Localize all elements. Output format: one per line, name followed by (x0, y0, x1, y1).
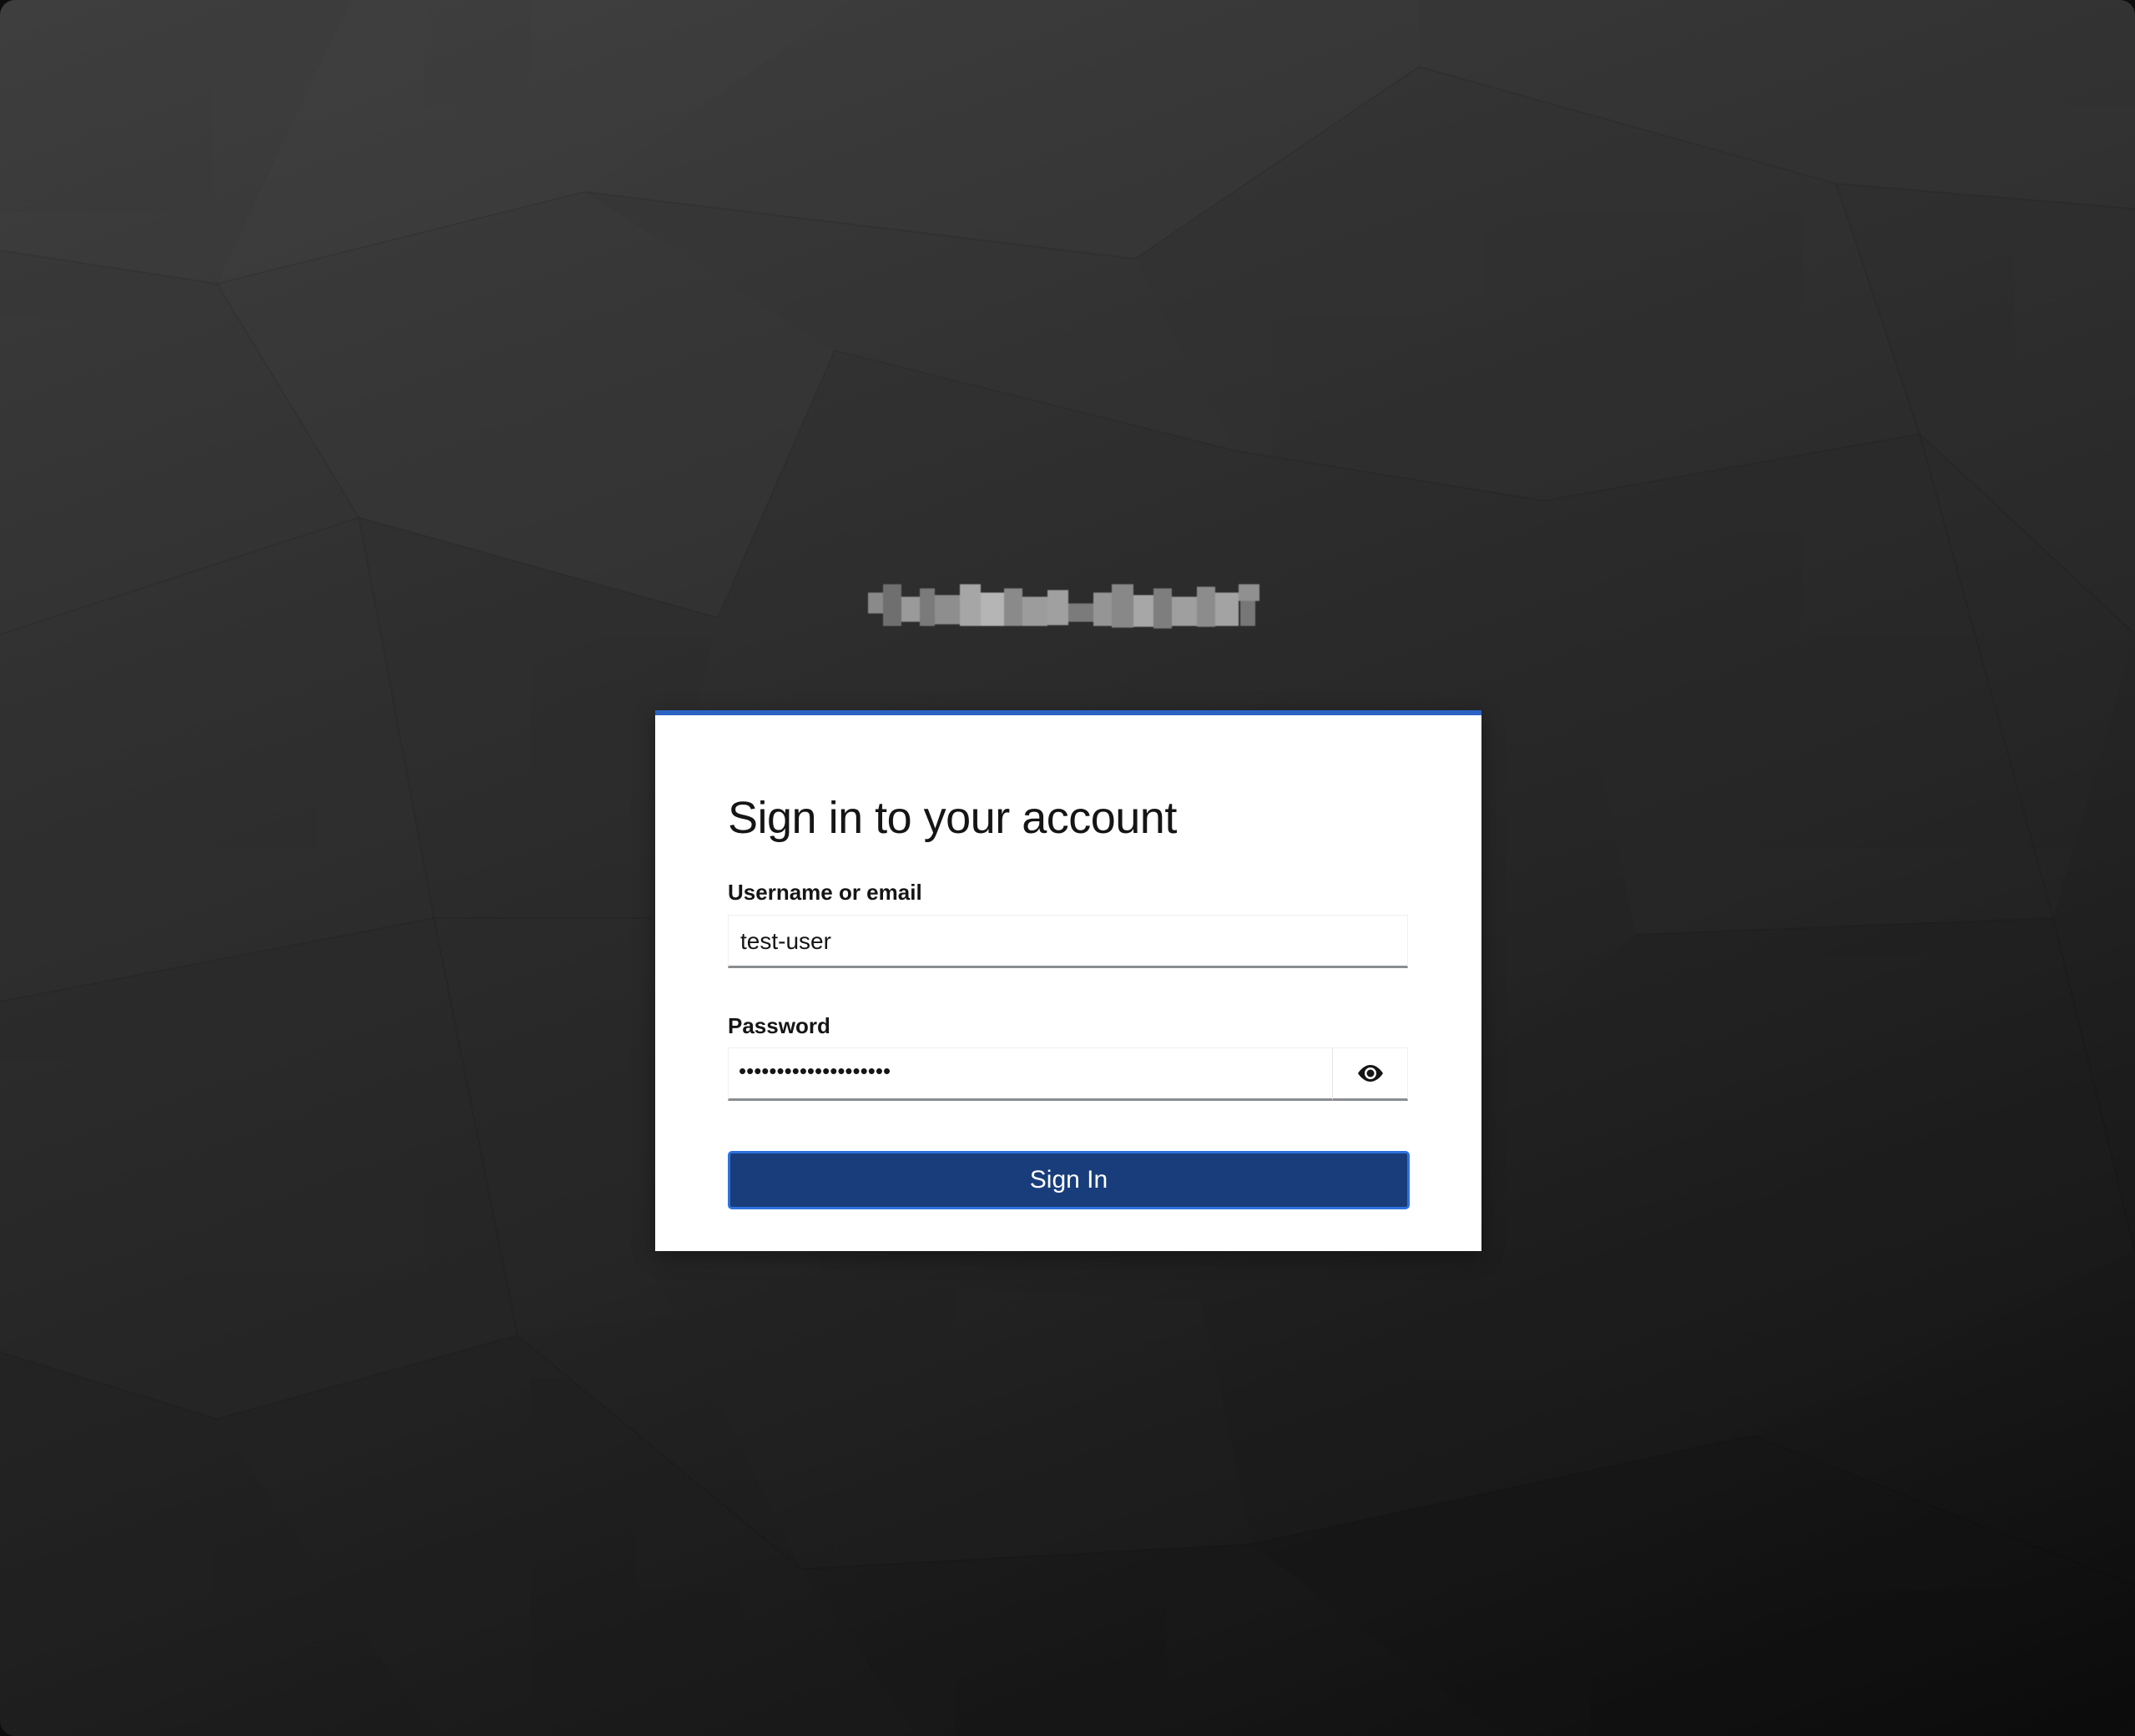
page-title: Sign in to your account (728, 793, 1177, 843)
eye-icon (1357, 1065, 1383, 1082)
sign-in-button[interactable]: Sign In (728, 1151, 1410, 1209)
login-page: Sign in to your account Username or emai… (0, 0, 2135, 1736)
password-label: Password (728, 1013, 830, 1038)
show-password-button[interactable] (1332, 1047, 1408, 1101)
blurred-logo (868, 584, 1259, 628)
username-label: Username or email (728, 880, 922, 905)
username-value: test-user (740, 928, 831, 954)
username-input[interactable]: test-user (728, 915, 1408, 968)
password-input[interactable]: •••••••••••••••••••• (728, 1047, 1332, 1101)
password-value: •••••••••••••••••••• (739, 1058, 891, 1083)
login-card: Sign in to your account Username or emai… (655, 710, 1481, 1251)
